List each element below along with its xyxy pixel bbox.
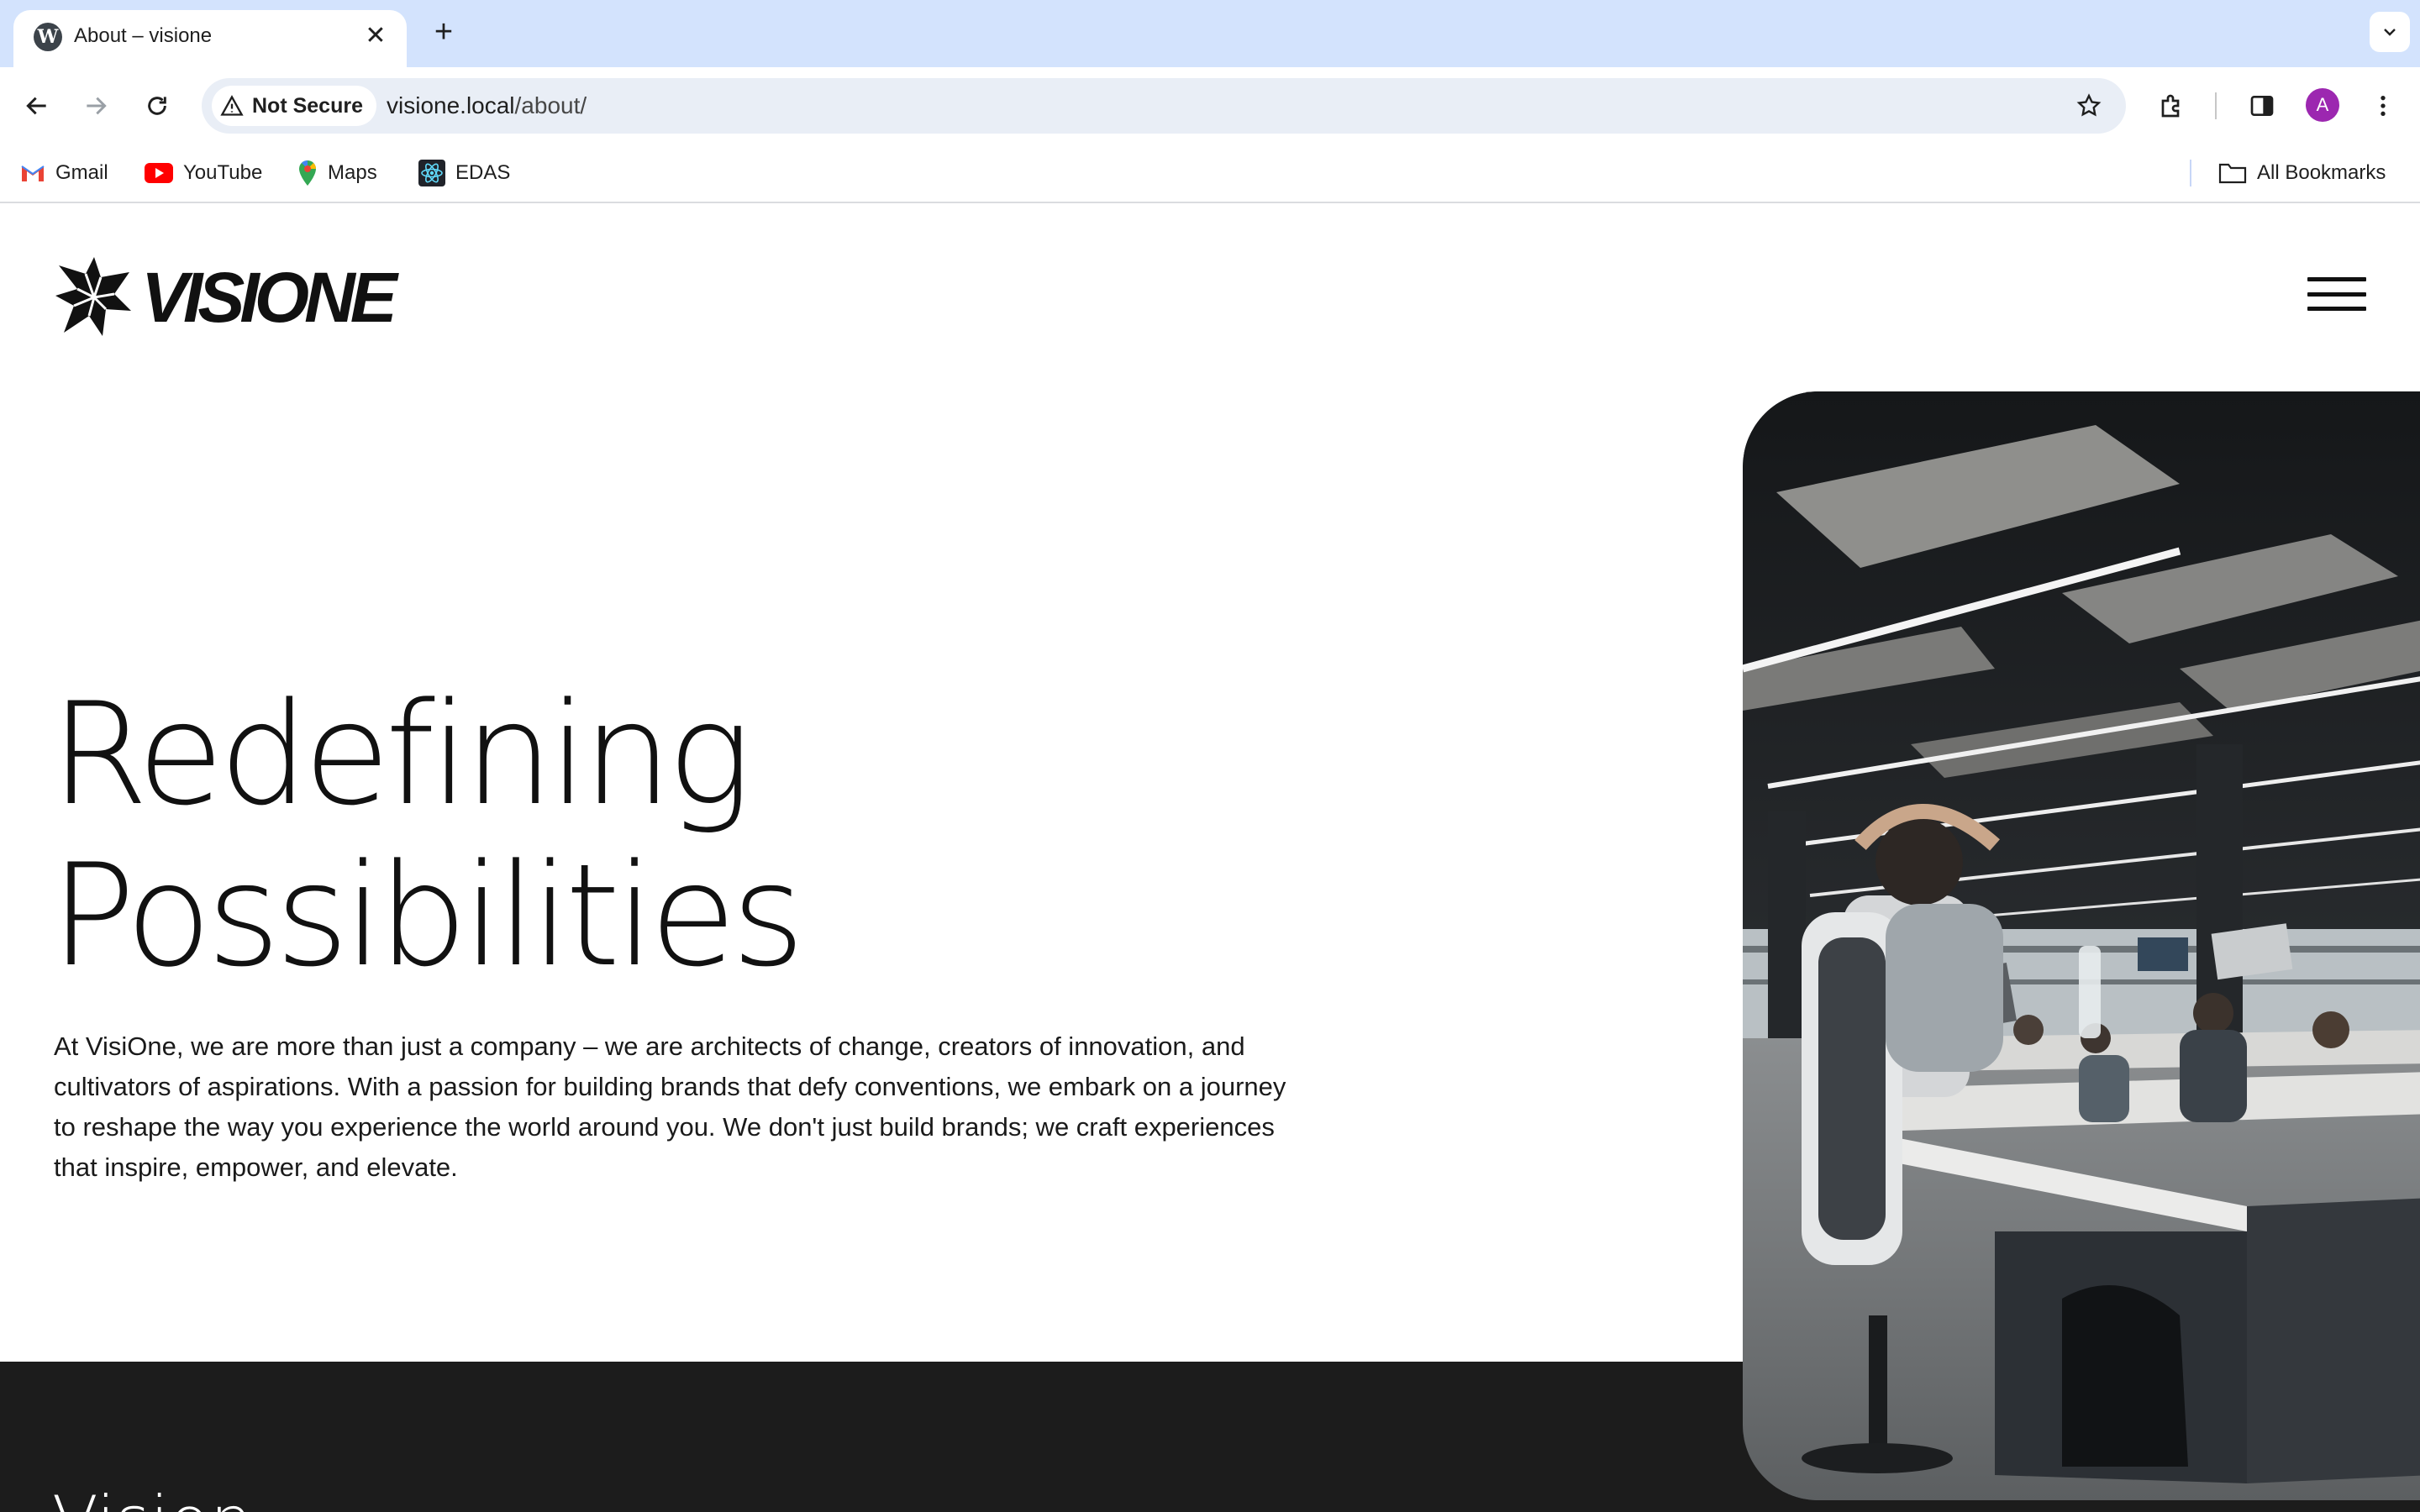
logo-wordmark: VISIONE xyxy=(141,257,397,337)
maps-icon xyxy=(299,160,316,186)
office-photo xyxy=(1743,391,2420,1500)
hero-title-line-2: Possibilities xyxy=(50,833,805,998)
security-label: Not Secure xyxy=(252,93,363,118)
browser-menu-button[interactable] xyxy=(2363,86,2403,126)
active-tab[interactable]: W About – visione ✕ xyxy=(13,10,407,67)
bookmark-gmail[interactable]: Gmail xyxy=(20,157,108,189)
site-logo[interactable]: VISIONE xyxy=(52,255,397,339)
menu-hamburger-icon[interactable] xyxy=(2307,277,2366,311)
extensions-button[interactable] xyxy=(2153,86,2193,126)
kebab-menu-icon xyxy=(2381,96,2386,116)
hero-title: Redefining Possibilities xyxy=(50,672,805,998)
office-photo-illustration xyxy=(1743,391,2420,1500)
bookmark-label: Maps xyxy=(328,161,377,184)
tab-search-button[interactable] xyxy=(2370,12,2410,52)
profile-avatar[interactable]: A xyxy=(2306,88,2339,122)
warning-icon xyxy=(220,95,244,116)
side-panel-button[interactable] xyxy=(2242,86,2282,126)
vision-heading: Vision xyxy=(52,1482,253,1512)
bookmark-label: YouTube xyxy=(183,161,263,184)
hero-title-line-1: Redefining xyxy=(50,672,752,837)
toolbar-divider xyxy=(2215,92,2217,119)
bookmark-star-button[interactable] xyxy=(2072,89,2106,123)
tab-strip: W About – visione ✕ + xyxy=(0,0,2420,67)
star-icon xyxy=(2076,93,2102,117)
back-button[interactable] xyxy=(17,86,57,126)
arrow-left-icon xyxy=(26,97,46,115)
close-tab-icon[interactable]: ✕ xyxy=(361,22,390,50)
bookmark-label: EDAS xyxy=(455,161,511,184)
reload-button[interactable] xyxy=(137,86,177,126)
folder-icon xyxy=(2218,163,2247,184)
tab-title: About – visione xyxy=(74,24,213,47)
url-host: visione.local xyxy=(387,92,515,118)
forward-button[interactable] xyxy=(76,86,116,126)
all-bookmarks-button[interactable]: All Bookmarks xyxy=(2218,157,2386,189)
url-text[interactable]: visione.local/about/ xyxy=(387,92,587,119)
bookmark-maps[interactable]: Maps xyxy=(297,157,377,189)
arrow-right-icon xyxy=(87,97,107,115)
browser-toolbar: Not Secure visione.local/about/ xyxy=(0,67,2420,144)
hero-description: At VisiOne, we are more than just a comp… xyxy=(54,1032,1286,1182)
visione-logo-mark-icon xyxy=(55,257,131,336)
youtube-icon xyxy=(145,163,173,183)
bookmark-label: Gmail xyxy=(55,161,108,184)
puzzle-icon xyxy=(2161,94,2180,118)
reload-icon xyxy=(148,97,166,115)
url-path: /about/ xyxy=(514,92,587,118)
page-content: VISIONE Redefining Possibilities At Visi… xyxy=(0,203,2420,1512)
address-bar[interactable]: Not Secure visione.local/about/ xyxy=(202,78,2126,134)
security-indicator[interactable]: Not Secure xyxy=(212,86,376,126)
bookmark-youtube[interactable]: YouTube xyxy=(145,157,262,189)
new-tab-button[interactable]: + xyxy=(427,15,460,49)
chevron-down-icon xyxy=(2384,29,2396,36)
react-icon xyxy=(418,160,445,186)
gmail-icon xyxy=(21,165,45,181)
bookmark-edas[interactable]: EDAS xyxy=(418,157,510,189)
bookmarks-bar: Gmail YouTube Maps EDAS All Bookmarks xyxy=(0,144,2420,203)
bookmarks-divider xyxy=(2190,160,2191,186)
wordpress-icon: W xyxy=(34,23,62,51)
side-panel-icon xyxy=(2250,96,2274,116)
all-bookmarks-label: All Bookmarks xyxy=(2257,161,2386,184)
